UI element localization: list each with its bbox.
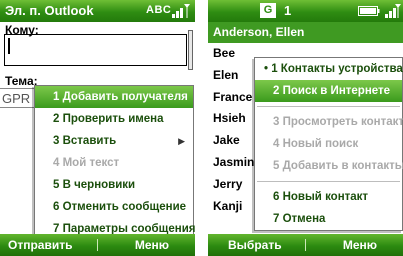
menu-item-device-contacts[interactable]: • 1 Контакты устройства [255, 58, 403, 80]
menu-item-internet-search[interactable]: 2 Поиск в Интернете [255, 80, 402, 102]
menu-item-save-draft[interactable]: 5 В черновики [35, 174, 193, 196]
signal-icon [172, 4, 190, 18]
softkey-bar: Выбрать Меню [208, 234, 403, 256]
contact-item[interactable]: Jerry [213, 177, 242, 191]
menu-item-label: 4 Мой текст [53, 157, 120, 169]
contacts-menu: • 1 Контакты устройства 2 Поиск в Интерн… [254, 57, 403, 231]
input-mode-indicator: ABC [146, 4, 172, 16]
menu-item-insert[interactable]: 3 Вставить ▶ [35, 130, 193, 152]
menu-item-cancel[interactable]: 7 Отмена [255, 208, 402, 230]
contact-item[interactable]: Kanji [213, 199, 242, 213]
softkey-send[interactable]: Отправить [8, 238, 72, 252]
contact-item[interactable]: Jasmin [213, 155, 254, 169]
title-number: 1 [284, 3, 292, 18]
to-field[interactable] [4, 34, 187, 66]
menu-item-label: • 1 Контакты устройства [264, 63, 403, 75]
softkey-bar: Отправить Меню [0, 234, 195, 256]
subject-label: Тема: [5, 74, 38, 88]
subject-value: GPR [2, 91, 31, 106]
menu-item-check-names[interactable]: 2 Проверить имена [35, 108, 193, 130]
menu-separator [257, 106, 400, 107]
text-caret [8, 38, 10, 54]
contact-item[interactable]: Hsieh [213, 111, 246, 125]
menu-item-label: 3 Просмотреть контакт [273, 116, 403, 128]
scrollbar[interactable] [188, 30, 193, 70]
compose-menu: 1 Добавить получателя 2 Проверить имена … [34, 85, 195, 241]
softkey-menu[interactable]: Меню [343, 238, 377, 252]
softkey-divider [97, 239, 98, 251]
softkey-select[interactable]: Выбрать [228, 238, 282, 252]
menu-item-label: 5 Добавить в контакты [273, 160, 403, 172]
menu-item-label: 5 В черновики [53, 179, 136, 191]
app-title: Эл. п. Outlook [5, 3, 94, 18]
submenu-arrow-icon: ▶ [178, 136, 185, 146]
menu-item-add-recipient[interactable]: 1 Добавить получателя [35, 86, 193, 108]
menu-item-new-search: 4 Новый поиск [255, 133, 402, 155]
menu-separator [257, 181, 400, 182]
menu-item-cancel-message[interactable]: 6 Отменить сообщение [35, 196, 193, 218]
menu-item-label: 2 Поиск в Интернете [273, 85, 391, 97]
contact-item[interactable]: France [213, 90, 252, 104]
contacts-screen: G 1 Anderson, Ellen Bee Elen France Hsie… [208, 0, 403, 256]
contact-item[interactable]: Jake [213, 133, 240, 147]
softkey-divider [305, 239, 306, 251]
menu-item-label: 7 Отмена [273, 213, 326, 225]
menu-item-label: 1 Добавить получателя [53, 91, 188, 103]
menu-item-my-text: 4 Мой текст [35, 152, 193, 174]
menu-item-label: 4 Новый поиск [273, 138, 359, 150]
battery-icon [358, 6, 380, 16]
menu-item-label: 2 Проверить имена [53, 113, 164, 125]
title-bar: G 1 [208, 0, 403, 22]
title-bar: Эл. п. Outlook ABC [0, 0, 195, 22]
contact-item[interactable]: Elen [213, 68, 238, 82]
signal-icon [385, 4, 401, 18]
menu-item-add-to-contacts: 5 Добавить в контакты [255, 155, 403, 177]
contact-item[interactable]: Bee [213, 46, 235, 60]
menu-item-view-contact: 3 Просмотреть контакт [255, 111, 403, 133]
menu-item-label: 3 Вставить [53, 135, 117, 147]
selected-contact[interactable]: Anderson, Ellen [208, 22, 403, 43]
menu-item-new-contact[interactable]: 6 Новый контакт [255, 186, 402, 208]
softkey-menu[interactable]: Меню [135, 238, 169, 252]
menu-item-label: 6 Отменить сообщение [53, 201, 187, 213]
outlook-compose-screen: Эл. п. Outlook ABC Кому: Тема: GPR 1 Доб… [0, 0, 195, 256]
network-badge: G [260, 3, 276, 18]
menu-item-label: 6 Новый контакт [273, 191, 369, 203]
